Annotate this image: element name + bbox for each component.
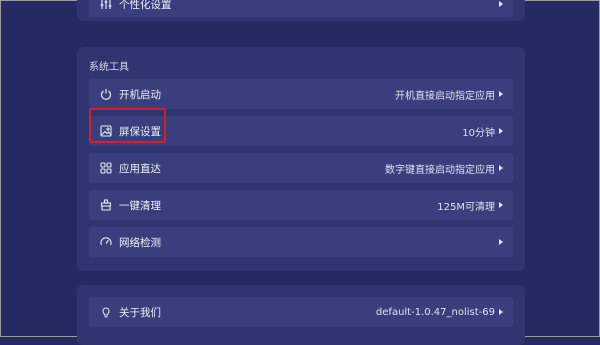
app-direct-label: 应用直达: [119, 162, 161, 175]
chevron-right-icon: [499, 309, 503, 315]
version-value: default-1.0.47_nolist-69: [375, 306, 495, 318]
speedometer-icon: [99, 235, 113, 249]
chevron-right-icon: [499, 202, 503, 208]
boot-startup-value: 开机直接启动指定应用: [395, 90, 495, 102]
system-tools-panel: 系统工具 开机启动 开机直接启动指定应用 屏保设置 10分钟 应用直达 数字键直…: [77, 47, 525, 271]
chevron-right-icon: [499, 165, 503, 171]
chevron-right-icon: [499, 128, 503, 134]
grid-icon: [99, 161, 113, 175]
boot-startup-label: 开机启动: [119, 88, 161, 101]
personalization-label: 个性化设置: [119, 0, 172, 11]
broom-icon: [99, 198, 113, 212]
about-item[interactable]: 关于我们 default-1.0.47_nolist-69: [89, 297, 513, 327]
network-check-label: 网络检测: [119, 236, 161, 249]
screensaver-label: 屏保设置: [119, 125, 161, 138]
one-click-clean-value: 125M可清理: [437, 201, 495, 213]
app-direct-value: 数字键直接启动指定应用: [385, 164, 495, 176]
sliders-icon: [99, 0, 113, 11]
personalization-panel: 个性化设置: [77, 0, 525, 21]
chevron-right-icon: [499, 239, 503, 245]
chevron-right-icon: [499, 1, 503, 7]
network-check-item[interactable]: 网络检测: [89, 227, 513, 257]
personalization-item[interactable]: 个性化设置: [89, 0, 513, 17]
bulb-icon: [99, 305, 113, 319]
chevron-right-icon: [499, 91, 503, 97]
one-click-clean-item[interactable]: 一键清理 125M可清理: [89, 190, 513, 220]
boot-startup-item[interactable]: 开机启动 开机直接启动指定应用: [89, 79, 513, 109]
power-icon: [99, 87, 113, 101]
one-click-clean-label: 一键清理: [119, 199, 161, 212]
highlight-box: [89, 108, 166, 143]
about-label: 关于我们: [119, 306, 161, 319]
about-panel: 关于我们 default-1.0.47_nolist-69: [77, 285, 525, 345]
app-direct-item[interactable]: 应用直达 数字键直接启动指定应用: [89, 153, 513, 183]
section-title: 系统工具: [89, 62, 129, 73]
screensaver-value: 10分钟: [462, 127, 495, 139]
